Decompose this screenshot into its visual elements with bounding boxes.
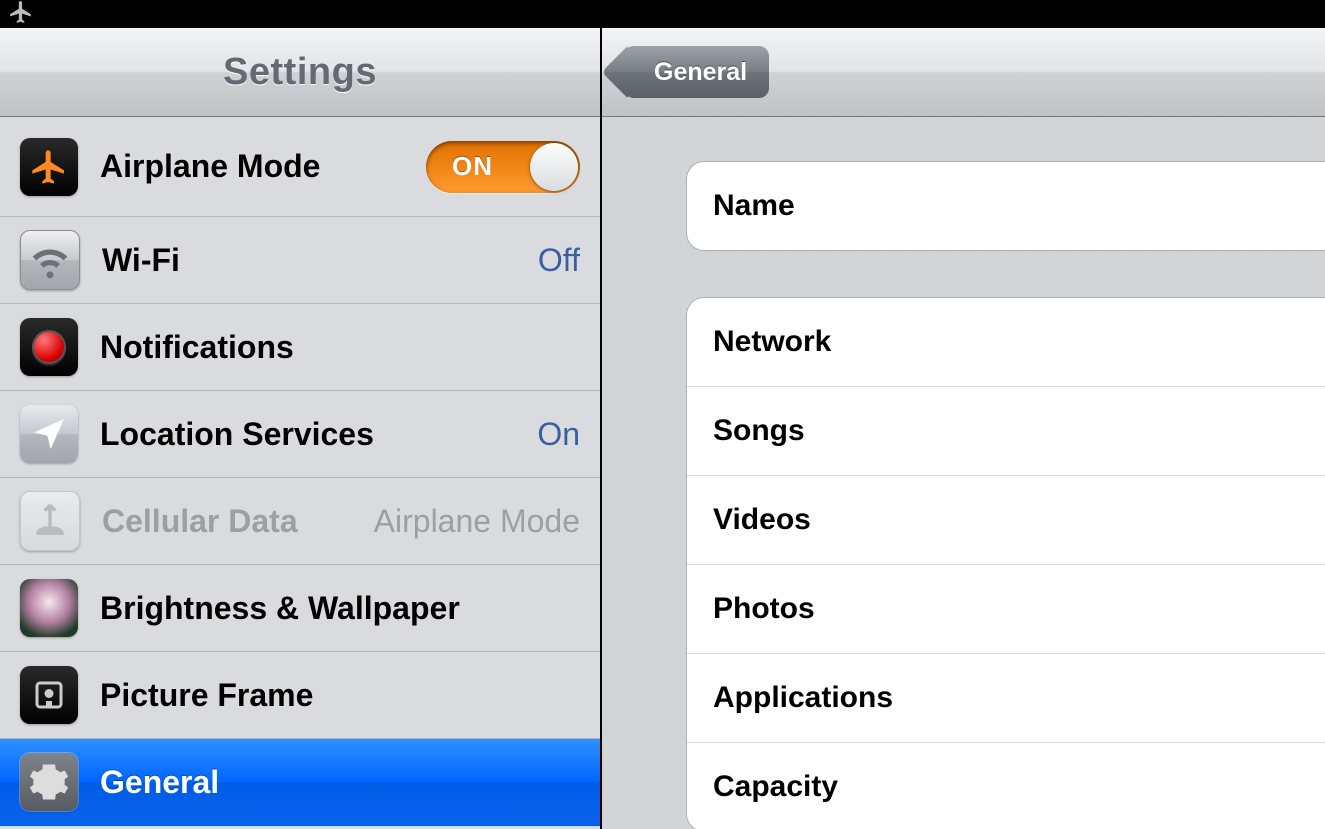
notifications-icon [20,318,78,376]
airplane-mode-toggle[interactable]: ON [426,141,580,193]
sidebar-item-location-services[interactable]: Location Services On [0,391,600,478]
detail-pane: General Name Network Songs Videos Photos… [602,28,1325,829]
sidebar-item-label: Cellular Data [102,503,352,540]
detail-cell-videos[interactable]: Videos [687,476,1325,565]
gear-icon [20,753,78,811]
sidebar-item-brightness-wallpaper[interactable]: Brightness & Wallpaper [0,565,600,652]
picture-frame-icon [20,666,78,724]
sidebar-item-cellular-data: Cellular Data Airplane Mode [0,478,600,565]
detail-cell-network[interactable]: Network [687,298,1325,387]
detail-group-info: Network Songs Videos Photos Applications… [686,297,1325,829]
detail-cell-name[interactable]: Name [687,162,1325,250]
wifi-icon [20,230,80,290]
sidebar-item-label: Location Services [100,416,515,453]
toggle-on-text: ON [452,151,493,182]
sidebar-item-notifications[interactable]: Notifications [0,304,600,391]
sidebar-item-wifi[interactable]: Wi-Fi Off [0,217,600,304]
detail-cell-photos[interactable]: Photos [687,565,1325,654]
brightness-icon [20,579,78,637]
sidebar-item-value: On [537,416,580,453]
back-button-general[interactable]: General [624,46,769,98]
sidebar-item-airplane-mode[interactable]: Airplane Mode ON [0,117,600,217]
detail-cell-songs[interactable]: Songs [687,387,1325,476]
sidebar-title: Settings [0,51,600,94]
sidebar-item-label: Notifications [100,329,580,366]
airplane-icon [8,0,34,30]
back-button-label: General [654,58,747,87]
sidebar-item-label: Picture Frame [100,677,580,714]
sidebar-item-value: Airplane Mode [374,503,580,540]
sidebar-item-general[interactable]: General [0,739,600,826]
sidebar-item-label: General [100,764,580,801]
toggle-knob [530,143,578,191]
status-bar [0,0,1325,28]
sidebar-item-label: Wi-Fi [102,242,516,279]
sidebar-item-picture-frame[interactable]: Picture Frame [0,652,600,739]
airplane-icon [20,138,78,196]
detail-navbar: General [602,28,1325,117]
sidebar-item-label: Brightness & Wallpaper [100,590,580,627]
settings-sidebar: Settings Airplane Mode ON Wi-Fi Off [0,28,602,829]
sidebar-navbar: Settings [0,28,600,117]
detail-cell-capacity[interactable]: Capacity [687,743,1325,829]
location-icon [20,405,78,463]
cellular-icon [20,491,80,551]
detail-body: Name Network Songs Videos Photos Applica… [602,117,1325,829]
sidebar-item-value: Off [538,242,580,279]
detail-group-name: Name [686,161,1325,251]
sidebar-rows: Airplane Mode ON Wi-Fi Off Notifications [0,117,600,829]
sidebar-item-label: Airplane Mode [100,148,404,185]
detail-cell-applications[interactable]: Applications [687,654,1325,743]
